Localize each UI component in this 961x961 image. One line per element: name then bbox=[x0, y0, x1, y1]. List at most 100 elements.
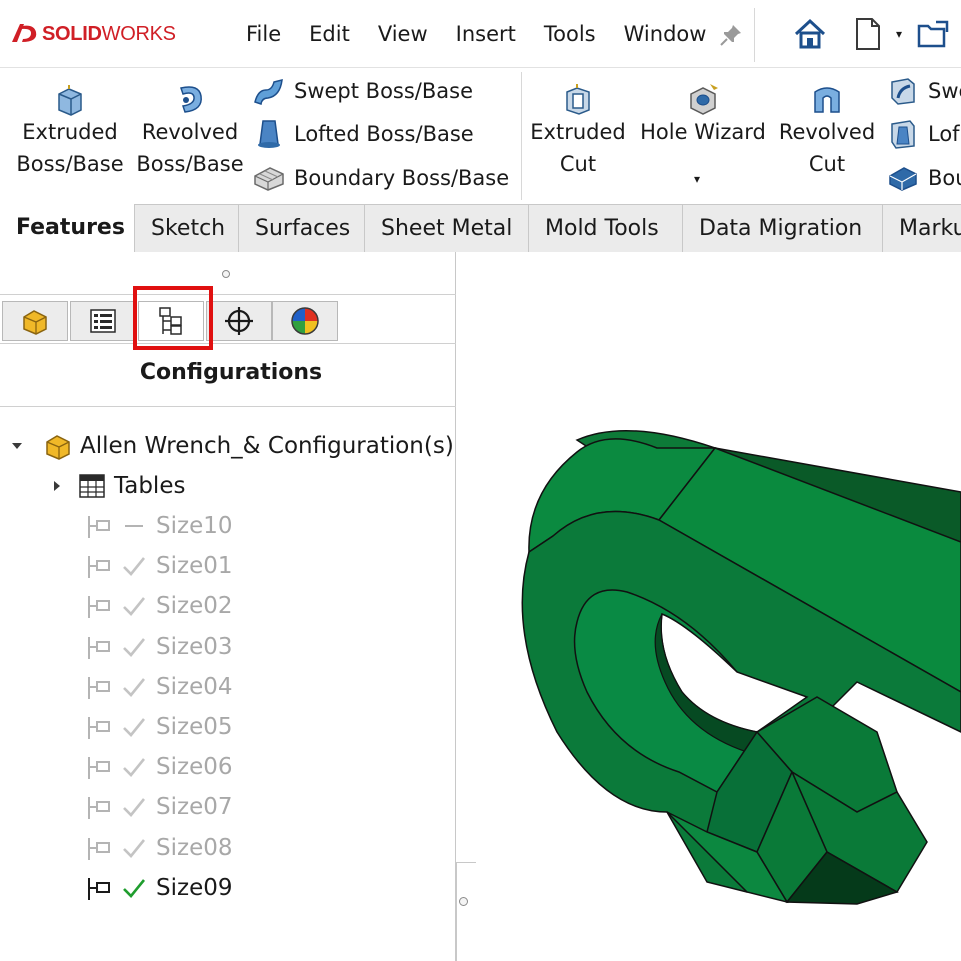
checkmark-icon bbox=[116, 749, 152, 785]
lofted-boss-icon bbox=[250, 117, 288, 151]
tree-tables-label: Tables bbox=[114, 473, 186, 499]
pin-menu-icon[interactable] bbox=[718, 22, 744, 48]
extruded-boss-icon bbox=[14, 76, 126, 116]
checkmark-icon bbox=[116, 709, 152, 745]
configuration-icon bbox=[80, 789, 116, 825]
lofted-cut-button[interactable]: Lof bbox=[884, 114, 960, 154]
tree-root[interactable]: Allen Wrench_& Configuration(s) bbox=[6, 426, 454, 466]
configuration-manager-panel: Configurations Allen Wrench_& Configurat… bbox=[0, 252, 456, 961]
configuration-label: Size07 bbox=[156, 794, 233, 821]
hole-wizard-icon bbox=[636, 76, 770, 116]
revolved-cut-label: Revolved Cut bbox=[778, 120, 876, 176]
home-icon[interactable] bbox=[790, 14, 830, 54]
tab-data-migration[interactable]: Data Migration bbox=[682, 204, 882, 252]
boundary-boss-button[interactable]: Boundary Boss/Base bbox=[250, 158, 509, 198]
tab-surfaces[interactable]: Surfaces bbox=[238, 204, 364, 252]
tree-tables[interactable]: Tables bbox=[46, 466, 185, 506]
configuration-label: Size02 bbox=[156, 593, 233, 620]
configuration-icon bbox=[80, 870, 116, 906]
dash-icon bbox=[116, 508, 152, 544]
tab-features[interactable]: Features bbox=[0, 204, 134, 252]
part-icon bbox=[40, 428, 76, 464]
panel-splitter[interactable] bbox=[456, 862, 476, 961]
configuration-item[interactable]: Size08 bbox=[80, 828, 232, 868]
boundary-cut-icon bbox=[884, 161, 922, 195]
menu-separator bbox=[754, 8, 755, 62]
swept-boss-button[interactable]: Swept Boss/Base bbox=[250, 71, 473, 111]
new-dropdown-icon[interactable]: ▾ bbox=[888, 27, 910, 41]
boundary-boss-icon bbox=[250, 161, 288, 195]
configuration-icon bbox=[80, 709, 116, 745]
configuration-item[interactable]: Size06 bbox=[80, 747, 232, 787]
menu-window[interactable]: Window bbox=[624, 22, 707, 46]
graphics-area[interactable] bbox=[457, 252, 961, 961]
tab-mold-tools[interactable]: Mold Tools bbox=[528, 204, 682, 252]
hole-wizard-button[interactable]: Hole Wizard bbox=[636, 76, 770, 148]
swept-cut-button[interactable]: Swe bbox=[884, 71, 961, 111]
extruded-cut-label: Extruded Cut bbox=[530, 120, 626, 176]
solidworks-logo[interactable]: SOLIDWORKS bbox=[8, 18, 176, 50]
revolved-cut-button[interactable]: Revolved Cut bbox=[776, 76, 878, 180]
revolved-boss-button[interactable]: Revolved Boss/Base bbox=[134, 76, 246, 180]
configuration-item[interactable]: Size03 bbox=[80, 627, 232, 667]
lofted-cut-icon bbox=[884, 117, 922, 151]
tab-sheet-metal[interactable]: Sheet Metal bbox=[364, 204, 528, 252]
checkmark-icon bbox=[116, 548, 152, 584]
configuration-item[interactable]: Size05 bbox=[80, 707, 232, 747]
configuration-item[interactable]: Size07 bbox=[80, 787, 232, 827]
swept-boss-label: Swept Boss/Base bbox=[294, 79, 474, 103]
configuration-icon bbox=[80, 548, 116, 584]
menu-edit[interactable]: Edit bbox=[309, 22, 350, 46]
property-manager-tab[interactable] bbox=[70, 301, 136, 341]
checkmark-icon bbox=[116, 588, 152, 624]
open-folder-icon[interactable] bbox=[914, 14, 954, 54]
menu-view[interactable]: View bbox=[378, 22, 428, 46]
configuration-label: Size06 bbox=[156, 754, 233, 781]
checkmark-icon bbox=[116, 870, 152, 906]
menu-file[interactable]: File bbox=[246, 22, 281, 46]
menu-tools[interactable]: Tools bbox=[544, 22, 596, 46]
configuration-icon bbox=[80, 629, 116, 665]
lofted-boss-button[interactable]: Lofted Boss/Base bbox=[250, 114, 474, 154]
command-manager: Extruded Boss/Base Revolved Boss/Base Sw… bbox=[0, 68, 961, 204]
dim-xpert-tab[interactable] bbox=[206, 301, 272, 341]
panel-title-divider bbox=[0, 406, 456, 407]
allen-wrench-model[interactable] bbox=[457, 252, 961, 961]
revolved-boss-icon bbox=[134, 76, 246, 116]
configuration-label: Size05 bbox=[156, 714, 233, 740]
configuration-item[interactable]: Size09 bbox=[80, 868, 232, 908]
menu-insert[interactable]: Insert bbox=[456, 22, 516, 46]
tab-sketch[interactable]: Sketch bbox=[134, 204, 238, 252]
configuration-item[interactable]: Size10 bbox=[80, 506, 232, 546]
new-document-icon[interactable] bbox=[848, 14, 888, 54]
extruded-cut-button[interactable]: Extruded Cut bbox=[526, 76, 630, 180]
configuration-icon bbox=[80, 749, 116, 785]
configuration-label: Size04 bbox=[156, 673, 233, 700]
swept-boss-icon bbox=[250, 74, 288, 108]
brand-thin: WORKS bbox=[101, 22, 176, 45]
swept-cut-icon bbox=[884, 74, 922, 108]
table-icon bbox=[74, 468, 110, 504]
brand-bold: SOLID bbox=[42, 22, 102, 45]
tab-markup[interactable]: Marku bbox=[882, 204, 961, 252]
collapse-arrow-icon[interactable] bbox=[6, 441, 28, 451]
dim-xpert-icon bbox=[225, 307, 253, 335]
configuration-item[interactable]: Size04 bbox=[80, 667, 232, 707]
property-manager-icon bbox=[90, 309, 116, 333]
quick-access-toolbar: ▾ bbox=[790, 14, 954, 54]
expand-arrow-icon[interactable] bbox=[46, 480, 68, 492]
boundary-cut-button[interactable]: Bou bbox=[884, 158, 961, 198]
panel-grip-handle[interactable] bbox=[222, 270, 230, 278]
display-manager-tab[interactable] bbox=[272, 301, 338, 341]
checkmark-icon bbox=[116, 789, 152, 825]
configuration-item[interactable]: Size01 bbox=[80, 546, 232, 586]
extruded-cut-icon bbox=[526, 76, 630, 116]
splitter-grip-handle[interactable] bbox=[459, 897, 468, 906]
feature-manager-tab[interactable] bbox=[2, 301, 68, 341]
configuration-item[interactable]: Size02 bbox=[80, 586, 232, 626]
configuration-icon bbox=[80, 588, 116, 624]
checkmark-icon bbox=[116, 830, 152, 866]
configuration-label: Size01 bbox=[156, 553, 233, 580]
extruded-boss-button[interactable]: Extruded Boss/Base bbox=[14, 76, 126, 180]
hole-wizard-dropdown-icon[interactable]: ▾ bbox=[694, 172, 700, 186]
